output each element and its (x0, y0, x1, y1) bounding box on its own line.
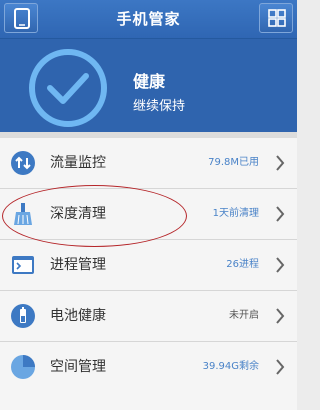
list-item-storage[interactable]: 空间管理 39.94G剩余 (0, 342, 297, 392)
grid-icon (268, 9, 286, 27)
list-item-status: 未开启 (229, 310, 259, 321)
chevron-right-icon (276, 308, 285, 324)
list-item-battery[interactable]: 电池健康 未开启 (0, 291, 297, 342)
list-item-label: 电池健康 (50, 308, 106, 324)
traffic-icon (11, 151, 35, 175)
chevron-right-icon (276, 206, 285, 222)
list-item-label: 空间管理 (50, 359, 106, 375)
checkmark-circle-icon (29, 49, 107, 127)
top-bar: 手机管家 (0, 0, 297, 39)
health-panel: 健康 继续保持 (0, 39, 297, 138)
chevron-right-icon (276, 257, 285, 273)
highlight-ellipse (2, 185, 187, 247)
chevron-right-icon (276, 155, 285, 171)
health-status-subtitle: 继续保持 (133, 99, 186, 114)
list-item-status: 26进程 (226, 259, 259, 270)
list-item-label: 流量监控 (50, 155, 106, 171)
list-item-label: 进程管理 (50, 257, 106, 273)
feature-list: 流量监控 79.8M已用 深度清理 1天前清理 进程管理 26进程 电池健康 未… (0, 132, 297, 410)
storage-icon (11, 355, 35, 379)
list-item-status: 1天前清理 (212, 208, 259, 219)
device-button[interactable] (4, 3, 38, 33)
process-icon (12, 256, 34, 274)
list-item-process[interactable]: 进程管理 26进程 (0, 240, 297, 291)
phone-icon (14, 8, 30, 29)
list-item-traffic[interactable]: 流量监控 79.8M已用 (0, 138, 297, 189)
list-item-status: 79.8M已用 (208, 157, 259, 168)
chevron-right-icon (276, 359, 285, 375)
list-item-status: 39.94G剩余 (202, 361, 259, 372)
app-title: 手机管家 (116, 10, 181, 28)
health-status-title: 健康 (133, 72, 166, 91)
grid-menu-button[interactable] (259, 3, 293, 33)
battery-icon (11, 304, 35, 328)
